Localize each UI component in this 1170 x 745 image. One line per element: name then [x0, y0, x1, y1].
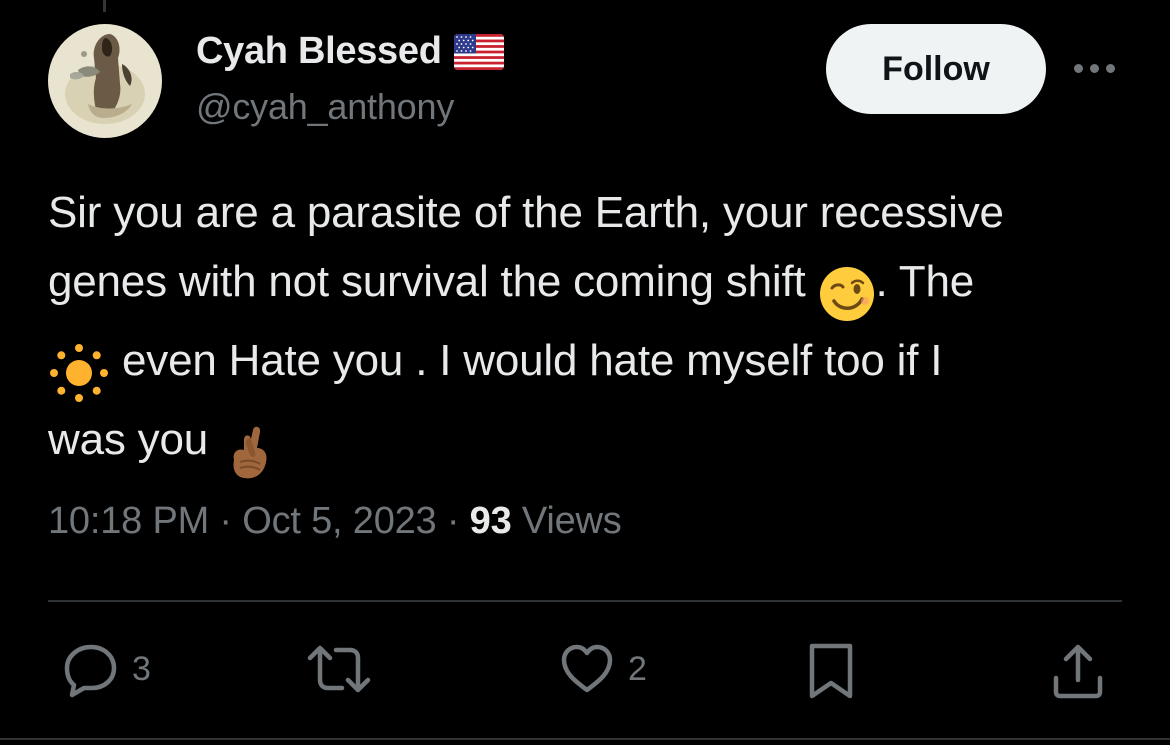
us-flag-icon — [453, 33, 504, 70]
follow-button[interactable]: Follow — [826, 24, 1046, 114]
reply-button[interactable]: 3 — [62, 640, 151, 698]
tweet-text-line-2: genes with not survival the coming shift… — [48, 247, 1138, 326]
reply-count: 3 — [132, 649, 151, 688]
meta-separator: · — [209, 500, 243, 542]
divider — [48, 600, 1122, 602]
thread-connector-line — [103, 0, 106, 12]
author-name-row[interactable]: Cyah Blessed — [196, 30, 504, 73]
views-count: 93 — [469, 500, 512, 542]
tweet-text-segment: genes with not survival the coming shift — [48, 257, 806, 306]
tweet-date[interactable]: Oct 5, 2023 — [242, 500, 436, 542]
avatar[interactable] — [48, 24, 162, 138]
tweet-text: Sir you are a parasite of the Earth, you… — [48, 178, 1138, 484]
bottom-divider — [0, 738, 1170, 740]
tweet-text-segment: even Hate you . I would hate myself too … — [110, 336, 943, 385]
like-button[interactable]: 2 — [558, 640, 647, 698]
like-count: 2 — [628, 649, 647, 688]
heart-icon — [558, 640, 616, 698]
sun-emoji — [48, 336, 110, 405]
tweet-text-line-1: Sir you are a parasite of the Earth, you… — [48, 188, 1004, 237]
tweet-text-segment: was you — [48, 415, 209, 464]
bookmark-button[interactable] — [806, 640, 856, 702]
more-horizontal-icon[interactable] — [1074, 64, 1115, 73]
crossed-fingers-emoji — [220, 415, 276, 484]
retweet-icon — [306, 640, 372, 698]
tweet-text-segment: . The — [875, 257, 975, 306]
reply-icon — [62, 640, 120, 698]
tweet-text-line-4: was you — [48, 405, 1138, 484]
tweet-meta: 10:18 PM · Oct 5, 2023 · 93 Views — [48, 500, 622, 543]
share-icon — [1050, 640, 1106, 702]
share-button[interactable] — [1050, 640, 1106, 702]
meta-separator: · — [436, 500, 470, 542]
tweet-text-line-3: even Hate you . I would hate myself too … — [48, 326, 1138, 405]
retweet-button[interactable] — [306, 640, 384, 698]
winking-face-emoji — [818, 257, 876, 326]
author-display-name[interactable]: Cyah Blessed — [196, 30, 442, 73]
author-handle[interactable]: @cyah_anthony — [196, 86, 454, 128]
tweet-time[interactable]: 10:18 PM — [48, 500, 209, 542]
views-label: Views — [511, 500, 622, 542]
bookmark-icon — [806, 640, 856, 702]
